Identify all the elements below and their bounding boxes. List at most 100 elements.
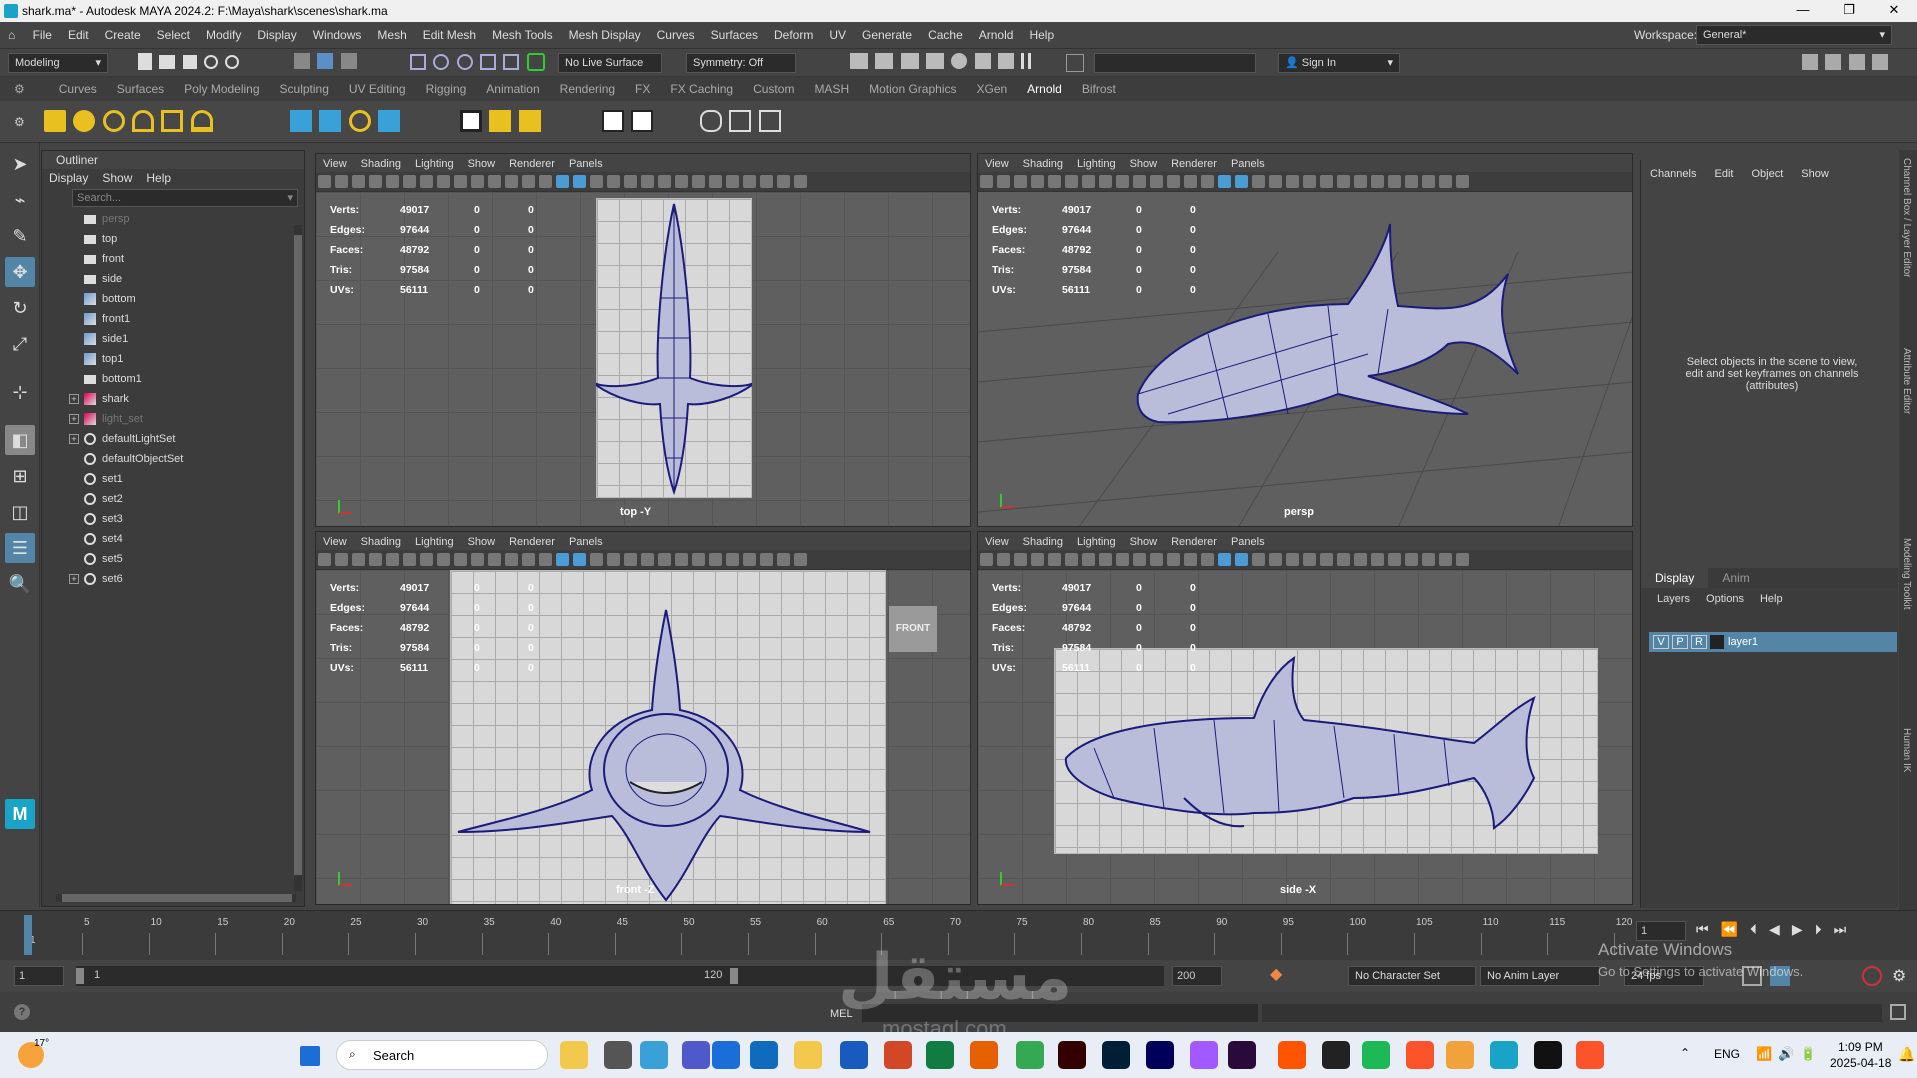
select-tool-icon[interactable]: ➤ bbox=[5, 149, 35, 179]
record-icon[interactable] bbox=[1862, 966, 1882, 986]
scale-tool-icon[interactable]: ⤢ bbox=[5, 329, 35, 359]
select-by-hierarchy-icon[interactable] bbox=[294, 53, 310, 69]
viewport-menu-lighting[interactable]: Lighting bbox=[408, 533, 461, 551]
arnold-ipr-icon[interactable] bbox=[998, 53, 1015, 69]
gamma-icon[interactable] bbox=[1439, 175, 1452, 188]
lights-icon[interactable] bbox=[1269, 175, 1282, 188]
outliner-item-bottom[interactable]: bottom bbox=[42, 289, 304, 309]
layer-name[interactable]: layer1 bbox=[1728, 636, 1758, 648]
shelf-tab-curves[interactable]: Curves bbox=[49, 77, 107, 101]
view-cube-front[interactable]: FRONT bbox=[889, 606, 937, 652]
photoshop-icon[interactable] bbox=[1102, 1041, 1130, 1069]
xray-joints-icon[interactable] bbox=[726, 553, 739, 566]
lights-icon[interactable] bbox=[607, 553, 620, 566]
task-view-icon[interactable] bbox=[604, 1041, 632, 1069]
layer-row[interactable]: V P Rlayer1 bbox=[1649, 632, 1897, 652]
multisample-icon[interactable] bbox=[1337, 175, 1350, 188]
layer-menu-help[interactable]: Help bbox=[1752, 589, 1791, 609]
tab-display[interactable]: Display bbox=[1641, 568, 1709, 588]
outliner-layout-icon[interactable]: ☰ bbox=[5, 533, 35, 563]
outliner-item-top1[interactable]: top1 bbox=[42, 349, 304, 369]
shelf-tab-fx[interactable]: FX bbox=[625, 77, 660, 101]
persp-outliner-icon[interactable]: ◫ bbox=[5, 497, 35, 527]
arnold-play-icon[interactable] bbox=[758, 110, 781, 132]
taskbar-search[interactable]: ⌕ Search bbox=[336, 1040, 548, 1070]
paint-select-icon[interactable]: ✎ bbox=[5, 221, 35, 251]
input-language[interactable]: ENG bbox=[1714, 1047, 1740, 1061]
tab-anim[interactable]: Anim bbox=[1708, 568, 1763, 588]
four-view-icon[interactable]: ⊞ bbox=[5, 461, 35, 491]
outliner-menu-show[interactable]: Show bbox=[95, 169, 139, 187]
channel-box-icon[interactable] bbox=[1872, 54, 1889, 70]
outliner-item-top[interactable]: top bbox=[42, 229, 304, 249]
smooth-shade-icon[interactable] bbox=[1218, 175, 1231, 188]
shelf-tab-surfaces[interactable]: Surfaces bbox=[107, 77, 174, 101]
field-chart-icon[interactable] bbox=[488, 175, 501, 188]
viewport-menu-view[interactable]: View bbox=[978, 533, 1016, 551]
outliner-item-set2[interactable]: set2 bbox=[42, 489, 304, 509]
start-frame-field[interactable]: 1 bbox=[14, 966, 64, 986]
arnold-render-icon[interactable] bbox=[974, 53, 991, 69]
menu-surfaces[interactable]: Surfaces bbox=[703, 22, 766, 49]
person-icon[interactable] bbox=[1446, 1041, 1474, 1069]
expand-icon[interactable]: + bbox=[69, 434, 79, 444]
grid-icon[interactable] bbox=[420, 553, 433, 566]
bookmarks-icon[interactable] bbox=[1014, 553, 1027, 566]
outliner-item-defaultlightset[interactable]: + defaultLightSet bbox=[42, 429, 304, 449]
xray-joints-icon[interactable] bbox=[1388, 553, 1401, 566]
windows-start-icon[interactable] bbox=[300, 1046, 320, 1066]
shelf-tab-sculpting[interactable]: Sculpting bbox=[270, 77, 339, 101]
gamma-icon[interactable] bbox=[1439, 553, 1452, 566]
redo-icon[interactable] bbox=[225, 54, 240, 69]
shelf-settings-icon[interactable]: ⚙ bbox=[0, 77, 39, 101]
expand-icon[interactable]: + bbox=[69, 414, 79, 424]
grid-icon[interactable] bbox=[420, 175, 433, 188]
isolate-select-icon[interactable] bbox=[1354, 175, 1367, 188]
multisample-icon[interactable] bbox=[1337, 553, 1350, 566]
menu-deform[interactable]: Deform bbox=[766, 22, 821, 49]
viewport-menu-show[interactable]: Show bbox=[461, 533, 503, 551]
photometric-light-icon[interactable] bbox=[102, 110, 125, 132]
image-plane-icon[interactable] bbox=[1031, 175, 1044, 188]
snap-view-icon[interactable] bbox=[480, 54, 497, 70]
side-tab-modeling-toolkit[interactable]: Modeling Toolkit bbox=[1899, 530, 1914, 720]
lights-icon[interactable] bbox=[607, 175, 620, 188]
menu-modify[interactable]: Modify bbox=[198, 22, 249, 49]
powerpoint-icon[interactable] bbox=[884, 1041, 912, 1069]
backface-culling-icon[interactable] bbox=[743, 553, 756, 566]
make-live-icon[interactable] bbox=[526, 53, 545, 71]
xray-joints-icon[interactable] bbox=[1388, 175, 1401, 188]
snap-curve-icon[interactable] bbox=[433, 54, 450, 70]
expand-icon[interactable]: + bbox=[69, 394, 79, 404]
pause-icon[interactable] bbox=[1021, 53, 1032, 69]
2d-pan-icon[interactable] bbox=[386, 175, 399, 188]
viewport-persp[interactable]: View Shading Lighting Show Renderer Panels Ve… bbox=[977, 153, 1633, 527]
select-by-object-icon[interactable] bbox=[317, 53, 334, 69]
word-icon[interactable] bbox=[840, 1041, 868, 1069]
brave-alt-icon[interactable] bbox=[1576, 1041, 1604, 1069]
menu-select[interactable]: Select bbox=[149, 22, 198, 49]
textured-icon[interactable] bbox=[1252, 553, 1265, 566]
film-gate-icon[interactable] bbox=[1099, 175, 1112, 188]
viewport-menu-view[interactable]: View bbox=[316, 155, 354, 173]
move-tool-icon[interactable]: ✥ bbox=[5, 257, 35, 287]
outliner-item-persp[interactable]: persp bbox=[42, 209, 304, 229]
render-view-icon[interactable] bbox=[850, 53, 868, 69]
shelf-tab-uv-editing[interactable]: UV Editing bbox=[339, 77, 416, 101]
channel-menu-channels[interactable]: Channels bbox=[1641, 160, 1705, 188]
remove-material-icon[interactable] bbox=[518, 110, 541, 132]
wireframe-icon[interactable] bbox=[1201, 553, 1214, 566]
outliner-item-set5[interactable]: set5 bbox=[42, 549, 304, 569]
smooth-shade-icon[interactable] bbox=[556, 175, 569, 188]
multisample-icon[interactable] bbox=[675, 175, 688, 188]
grease-pencil-icon[interactable] bbox=[1065, 175, 1078, 188]
anim-layer-dropdown[interactable]: No Anim Layer bbox=[1480, 966, 1600, 986]
workspace-dropdown[interactable]: General* ▾ bbox=[1696, 25, 1892, 45]
menu-mesh-tools[interactable]: Mesh Tools bbox=[484, 22, 560, 49]
file-explorer-icon[interactable] bbox=[560, 1041, 588, 1069]
live-surface-field[interactable]: No Live Surface bbox=[558, 53, 662, 73]
menu-cache[interactable]: Cache bbox=[920, 22, 971, 49]
camera-attributes-icon[interactable] bbox=[335, 553, 348, 566]
select-camera-icon[interactable] bbox=[980, 553, 993, 566]
motion-blur-icon[interactable] bbox=[658, 553, 671, 566]
